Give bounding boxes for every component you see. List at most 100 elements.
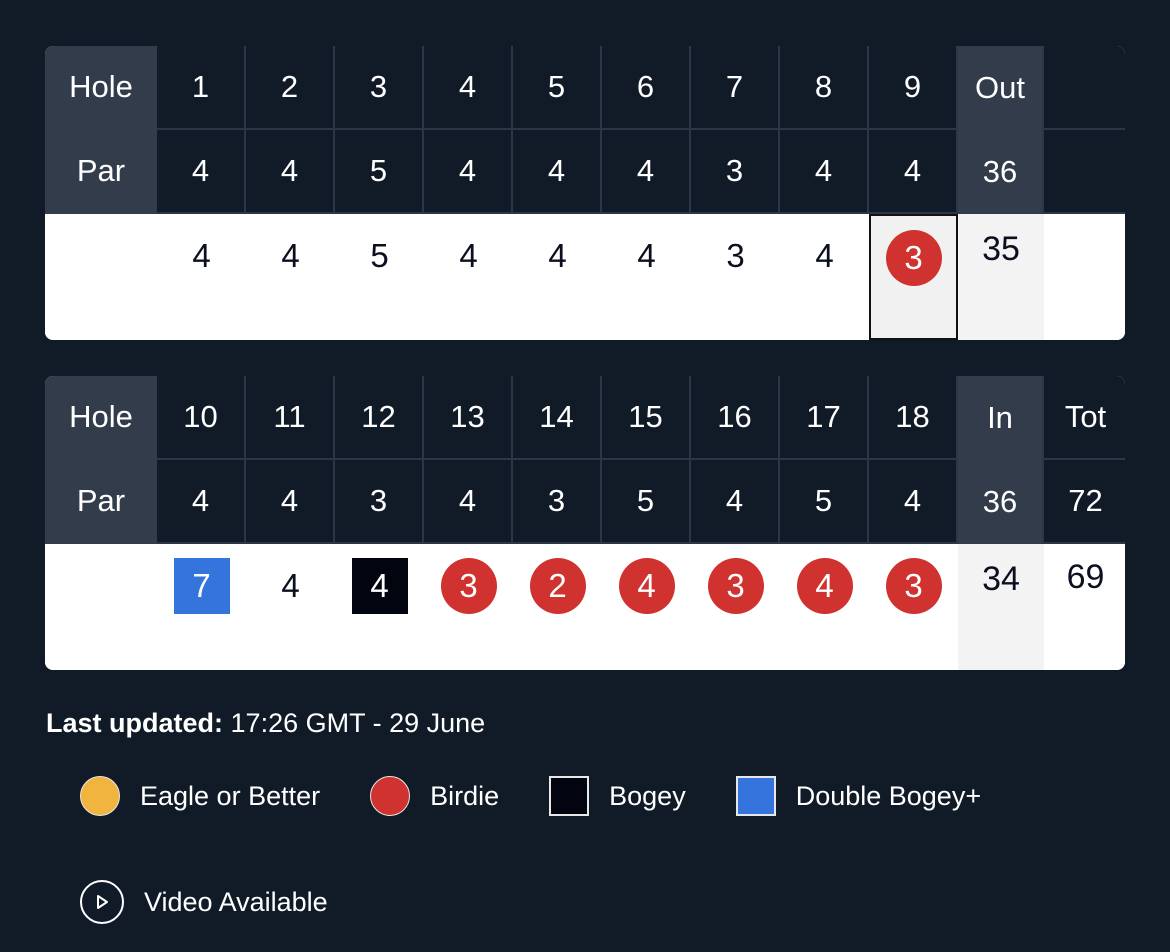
score-mark-par: 4: [548, 237, 567, 274]
last-updated-label: Last updated:: [46, 708, 224, 738]
total-par: 72: [1044, 460, 1125, 544]
par-value: 4: [246, 460, 335, 544]
total-par: [1044, 130, 1125, 214]
hole-score-cell[interactable]: 4: [602, 544, 691, 670]
score-mark-par: 4: [281, 237, 300, 274]
score-mark-double: 7: [173, 558, 230, 614]
hole-number: 10: [157, 376, 246, 460]
back-nine-scorecard: Hole 10 11 12 13 14 15 16 17 18 In Tot P…: [45, 376, 1125, 670]
legend-item-double-bogey: Double Bogey+: [735, 776, 982, 816]
hole-label: Hole: [45, 376, 157, 460]
hole-number: 15: [602, 376, 691, 460]
par-value: 3: [335, 460, 424, 544]
par-value: 5: [780, 460, 869, 544]
score-mark-birdie: 3: [707, 558, 764, 614]
hole-number: 3: [335, 46, 424, 130]
hole-score-cell[interactable]: 4: [157, 214, 246, 340]
hole-number: 5: [513, 46, 602, 130]
score-mark-birdie: 3: [885, 230, 942, 286]
hole-number: 17: [780, 376, 869, 460]
legend-item-eagle: Eagle or Better: [80, 776, 320, 816]
hole-score-cell[interactable]: 3: [691, 214, 780, 340]
score-mark-birdie: 4: [796, 558, 853, 614]
par-value: 4: [424, 130, 513, 214]
out-label: Out: [958, 46, 1044, 130]
score-row: 4 4 5 4 4 4 3 4 3 35: [45, 214, 1125, 340]
score-mark-par: 3: [726, 237, 745, 274]
hole-score-cell[interactable]: 4: [780, 544, 869, 670]
legend-label: Double Bogey+: [795, 780, 982, 811]
hole-score-cell[interactable]: 5: [335, 214, 424, 340]
legend-label: Bogey: [609, 780, 686, 811]
score-mark-par: 4: [815, 237, 834, 274]
par-label: Par: [45, 130, 157, 214]
legend-label: Birdie: [430, 780, 500, 811]
par-value: 4: [869, 130, 958, 214]
par-value: 4: [157, 130, 246, 214]
hole-number: 6: [602, 46, 691, 130]
hole-score-cell[interactable]: 3: [869, 544, 958, 670]
hole-score-cell[interactable]: 7: [157, 544, 246, 670]
double-bogey-square-icon: [735, 776, 776, 816]
hole-score-cell[interactable]: 4: [246, 214, 335, 340]
hole-number: 13: [424, 376, 513, 460]
hole-label: Hole: [45, 46, 157, 130]
hole-number: 14: [513, 376, 602, 460]
bogey-square-icon: [549, 776, 590, 816]
in-score: 34: [958, 544, 1044, 670]
hole-row: Hole 1 2 3 4 5 6 7 8 9 Out: [45, 46, 1125, 130]
legend-item-bogey: Bogey: [549, 776, 686, 816]
score-mark-par: 4: [192, 237, 211, 274]
par-label: Par: [45, 460, 157, 544]
total-score: [1044, 214, 1125, 340]
hole-number: 9: [869, 46, 958, 130]
par-value: 5: [602, 460, 691, 544]
legend-item-birdie: Birdie: [370, 776, 499, 816]
hole-number: 12: [335, 376, 424, 460]
hole-score-cell[interactable]: 4: [246, 544, 335, 670]
legend-label: Video Available: [144, 886, 328, 917]
hole-score-cell[interactable]: 4: [780, 214, 869, 340]
hole-number: 2: [246, 46, 335, 130]
total-label: Tot: [1044, 376, 1125, 460]
hole-score-cell[interactable]: 2: [513, 544, 602, 670]
hole-number: 1: [157, 46, 246, 130]
legend-label: Eagle or Better: [140, 780, 321, 811]
hole-score-cell[interactable]: 4: [335, 544, 424, 670]
hole-score-cell[interactable]: 3: [424, 544, 513, 670]
legend-item-video: Video Available: [80, 880, 328, 924]
par-value: 4: [602, 130, 691, 214]
par-value: 4: [691, 460, 780, 544]
score-row: 7 4 4 3 2 4 3 4 3 34 69: [45, 544, 1125, 670]
hole-score-cell[interactable]: 4: [602, 214, 691, 340]
play-circle-icon: [80, 880, 124, 924]
hole-number: 8: [780, 46, 869, 130]
par-value: 4: [246, 130, 335, 214]
total-score: 69: [1044, 544, 1125, 670]
par-row: Par 4 4 3 4 3 5 4 5 4 36 72: [45, 460, 1125, 544]
player-label-cell: [45, 214, 157, 340]
score-mark-birdie: 3: [440, 558, 497, 614]
hole-score-cell[interactable]: 3: [691, 544, 780, 670]
par-value: 4: [513, 130, 602, 214]
score-mark-par: 4: [281, 567, 300, 604]
par-row: Par 4 4 5 4 4 4 3 4 4 36: [45, 130, 1125, 214]
last-updated-value: 17:26 GMT - 29 June: [230, 708, 486, 738]
birdie-circle-icon: [370, 776, 411, 816]
par-value: 4: [157, 460, 246, 544]
in-par: 36: [958, 460, 1044, 544]
par-value: 4: [869, 460, 958, 544]
hole-score-cell[interactable]: 4: [513, 214, 602, 340]
out-score: 35: [958, 214, 1044, 340]
par-value: 4: [424, 460, 513, 544]
eagle-circle-icon: [80, 776, 120, 816]
in-label: In: [958, 376, 1044, 460]
player-label-cell: [45, 544, 157, 670]
last-updated: Last updated: 17:26 GMT - 29 June: [46, 708, 485, 739]
hole-score-cell[interactable]: 3: [869, 214, 958, 340]
par-value: 3: [513, 460, 602, 544]
score-mark-bogey: 4: [351, 558, 408, 614]
hole-row: Hole 10 11 12 13 14 15 16 17 18 In Tot: [45, 376, 1125, 460]
hole-score-cell[interactable]: 4: [424, 214, 513, 340]
par-value: 5: [335, 130, 424, 214]
